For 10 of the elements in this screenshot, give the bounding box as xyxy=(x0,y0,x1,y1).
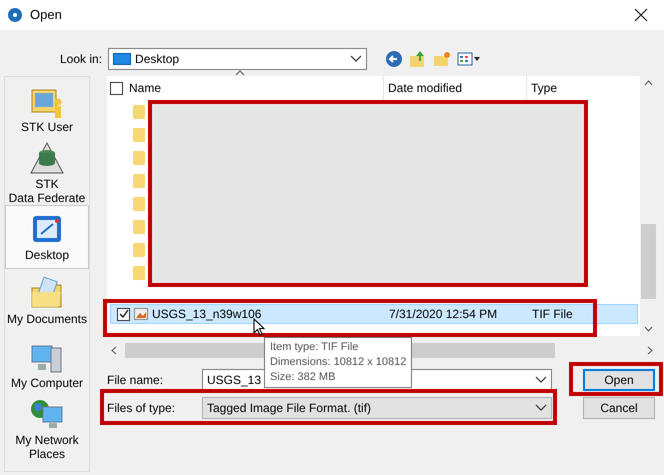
file-type: TIF File xyxy=(531,306,573,323)
file-name-label: File name: xyxy=(107,372,164,389)
tooltip-line: Size: 382 MB xyxy=(270,370,336,385)
file-date: 7/31/2020 12:54 PM xyxy=(388,306,498,323)
file-name: USGS_13_n39w106 xyxy=(152,306,262,323)
tooltip-line: Dimensions: 10812 x 10812 xyxy=(270,355,406,370)
window-title: Open xyxy=(30,6,62,24)
tooltip-line: Item type: TIF File xyxy=(270,340,360,355)
look-in-label: Look in: xyxy=(60,51,102,68)
file-type-label: Files of type: xyxy=(107,400,176,417)
